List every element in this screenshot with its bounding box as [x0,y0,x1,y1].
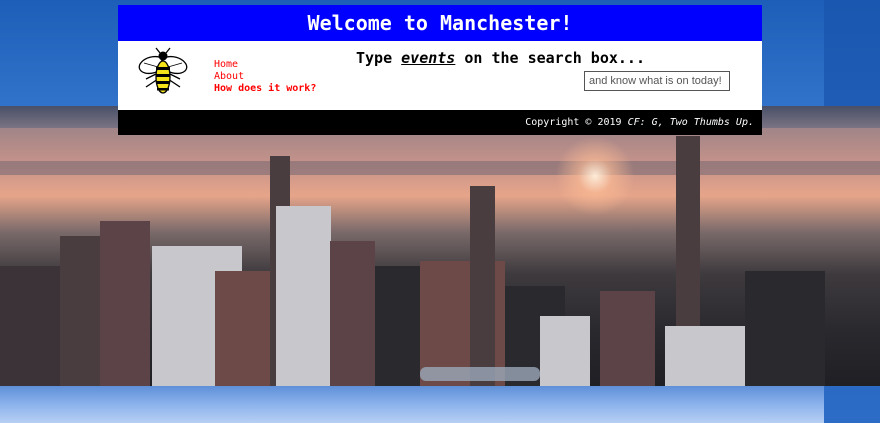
nav-link-about[interactable]: About [214,71,316,83]
photo-building [0,266,60,386]
page-title: Welcome to Manchester! [118,5,762,41]
panel-body: Home About How does it work? Type events… [118,41,762,110]
photo-building [540,316,590,386]
photo-building [375,266,420,386]
photo-building [100,221,150,386]
background-city-photo [0,106,880,386]
credit-text: CF: G, Two Thumbs Up. [627,117,754,128]
photo-horizon [0,161,880,175]
photo-building [215,271,275,386]
search-instruction: Type events on the search box... [356,49,645,67]
photo-river [420,367,540,381]
background-bottom-band [0,386,824,423]
main-panel: Welcome to Manchester! Home About How do… [118,5,762,135]
worker-bee-icon [136,47,190,99]
instruction-suffix: on the search box... [455,49,645,67]
photo-building [60,236,100,386]
photo-building [470,186,495,386]
instruction-prefix: Type [356,49,402,67]
instruction-keyword: events [401,49,456,67]
photo-building [665,326,745,386]
photo-sun [555,136,635,216]
nav-link-how-it-works[interactable]: How does it work? [214,83,316,95]
photo-building [276,206,331,386]
photo-building [745,271,825,386]
copyright-text: Copyright © 2019 [525,117,628,128]
main-nav: Home About How does it work? [214,59,316,95]
photo-building [330,241,375,386]
photo-building [600,291,655,386]
nav-link-home[interactable]: Home [214,59,316,71]
footer: Copyright © 2019 CF: G, Two Thumbs Up. [118,110,762,135]
search-input[interactable] [584,71,730,91]
